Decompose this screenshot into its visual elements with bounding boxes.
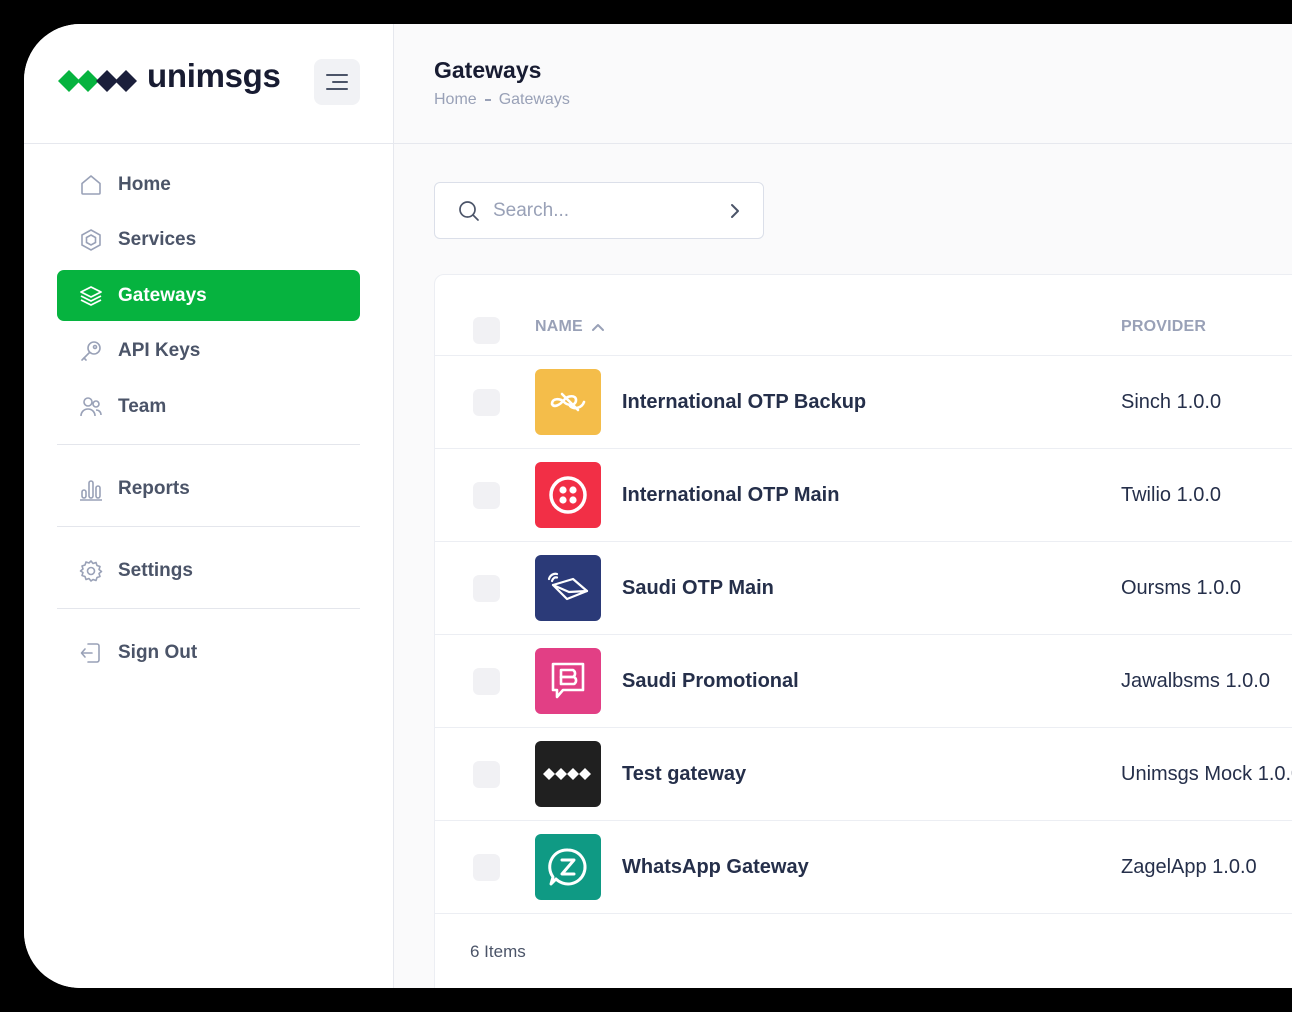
breadcrumb-home-link[interactable]: Home: [434, 91, 477, 109]
sidebar-item-reports[interactable]: Reports: [57, 463, 360, 514]
gateway-name[interactable]: Saudi Promotional: [622, 670, 799, 693]
unimsgs-logo-icon: [58, 70, 137, 92]
page-title: Gateways: [434, 57, 542, 83]
sidebar-item-label: Settings: [118, 559, 193, 581]
item-count: 6 Items: [470, 942, 526, 961]
table-row[interactable]: International OTP Backup Sinch 1.0.0: [435, 356, 1292, 449]
main-content: Gateways Home Gateways NAME PROVIDER: [394, 24, 1292, 988]
unimsgs-logo-icon: [535, 741, 601, 807]
breadcrumb-separator: [484, 99, 491, 101]
table-row[interactable]: International OTP Main Twilio 1.0.0: [435, 449, 1292, 542]
menu-icon: [326, 74, 348, 90]
jawalbsms-logo-icon: [535, 648, 601, 714]
row-checkbox[interactable]: [473, 575, 500, 602]
sidebar-item-settings[interactable]: Settings: [57, 545, 360, 596]
sort-ascending-icon: [591, 324, 604, 331]
gear-icon: [79, 559, 103, 583]
sidebar-item-api-keys[interactable]: API Keys: [57, 326, 360, 377]
sidebar-item-label: Team: [118, 395, 167, 417]
column-header-name[interactable]: NAME: [535, 318, 605, 336]
menu-toggle-button[interactable]: [314, 59, 360, 105]
sidebar: unimsgs Home Services Gateways API Keys …: [24, 24, 394, 988]
gateway-name[interactable]: Test gateway: [622, 763, 746, 786]
gateway-name[interactable]: International OTP Backup: [622, 391, 866, 414]
table-header: NAME PROVIDER: [435, 275, 1292, 356]
select-all-checkbox[interactable]: [473, 317, 500, 344]
gateway-name[interactable]: WhatsApp Gateway: [622, 856, 809, 879]
sidebar-nav: Home Services Gateways API Keys Team Rep…: [57, 159, 360, 683]
breadcrumb: Home Gateways: [434, 91, 570, 109]
sidebar-item-label: Reports: [118, 477, 190, 499]
sinch-logo-icon: [535, 369, 601, 435]
breadcrumb-current: Gateways: [498, 91, 570, 108]
sidebar-item-label: Gateways: [118, 284, 207, 306]
gateway-name[interactable]: International OTP Main: [622, 484, 839, 507]
search-icon: [459, 200, 479, 221]
gateway-provider: Jawalbsms 1.0.0: [1121, 670, 1270, 692]
chevron-right-icon[interactable]: [725, 201, 745, 221]
row-checkbox[interactable]: [473, 389, 500, 416]
oursms-logo-icon: [535, 555, 601, 621]
sidebar-item-home[interactable]: Home: [57, 159, 360, 210]
layers-icon: [79, 284, 103, 308]
gateway-provider: Unimsgs Mock 1.0.0: [1121, 763, 1292, 785]
brand-name: unimsgs: [147, 57, 281, 94]
home-icon: [79, 173, 103, 197]
table-row[interactable]: Saudi Promotional Jawalbsms 1.0.0: [435, 635, 1292, 728]
row-checkbox[interactable]: [473, 854, 500, 881]
app-window: unimsgs Home Services Gateways API Keys …: [24, 24, 1292, 988]
row-checkbox[interactable]: [473, 761, 500, 788]
twilio-logo-icon: [535, 462, 601, 528]
gateway-provider: Oursms 1.0.0: [1121, 577, 1242, 599]
sidebar-item-services[interactable]: Services: [57, 215, 360, 266]
sidebar-item-gateways[interactable]: Gateways: [57, 270, 360, 321]
sidebar-item-label: API Keys: [118, 340, 201, 361]
nav-divider: [57, 526, 360, 527]
sidebar-item-label: Home: [118, 173, 171, 195]
row-checkbox[interactable]: [473, 668, 500, 695]
gateways-table: NAME PROVIDER International OTP Backup S…: [434, 274, 1292, 988]
search-input[interactable]: [493, 199, 713, 222]
row-checkbox[interactable]: [473, 482, 500, 509]
search-box: [434, 182, 764, 239]
sign-out-icon: [79, 641, 103, 665]
gateway-name[interactable]: Saudi OTP Main: [622, 577, 774, 600]
page-header: Gateways Home Gateways: [394, 24, 1292, 144]
table-row[interactable]: Test gateway Unimsgs Mock 1.0.0: [435, 728, 1292, 821]
nav-divider: [57, 444, 360, 445]
key-icon: [79, 339, 103, 363]
sidebar-item-team[interactable]: Team: [57, 381, 360, 432]
gateway-provider: ZagelApp 1.0.0: [1121, 856, 1257, 878]
sidebar-item-sign-out[interactable]: Sign Out: [57, 627, 360, 678]
hexagon-icon: [79, 228, 103, 252]
sidebar-item-label: Services: [118, 229, 197, 250]
gateway-provider: Sinch 1.0.0: [1121, 391, 1222, 413]
nav-divider: [57, 608, 360, 609]
table-row[interactable]: Saudi OTP Main Oursms 1.0.0: [435, 542, 1292, 635]
sidebar-item-label: Sign Out: [118, 641, 198, 663]
column-header-provider[interactable]: PROVIDER: [1121, 318, 1206, 336]
brand-header: unimsgs: [24, 24, 393, 144]
gateway-provider: Twilio 1.0.0: [1121, 484, 1222, 506]
users-icon: [79, 395, 103, 419]
zagelapp-logo-icon: [535, 834, 601, 900]
table-row[interactable]: WhatsApp Gateway ZagelApp 1.0.0: [435, 821, 1292, 914]
bar-chart-icon: [79, 477, 103, 501]
